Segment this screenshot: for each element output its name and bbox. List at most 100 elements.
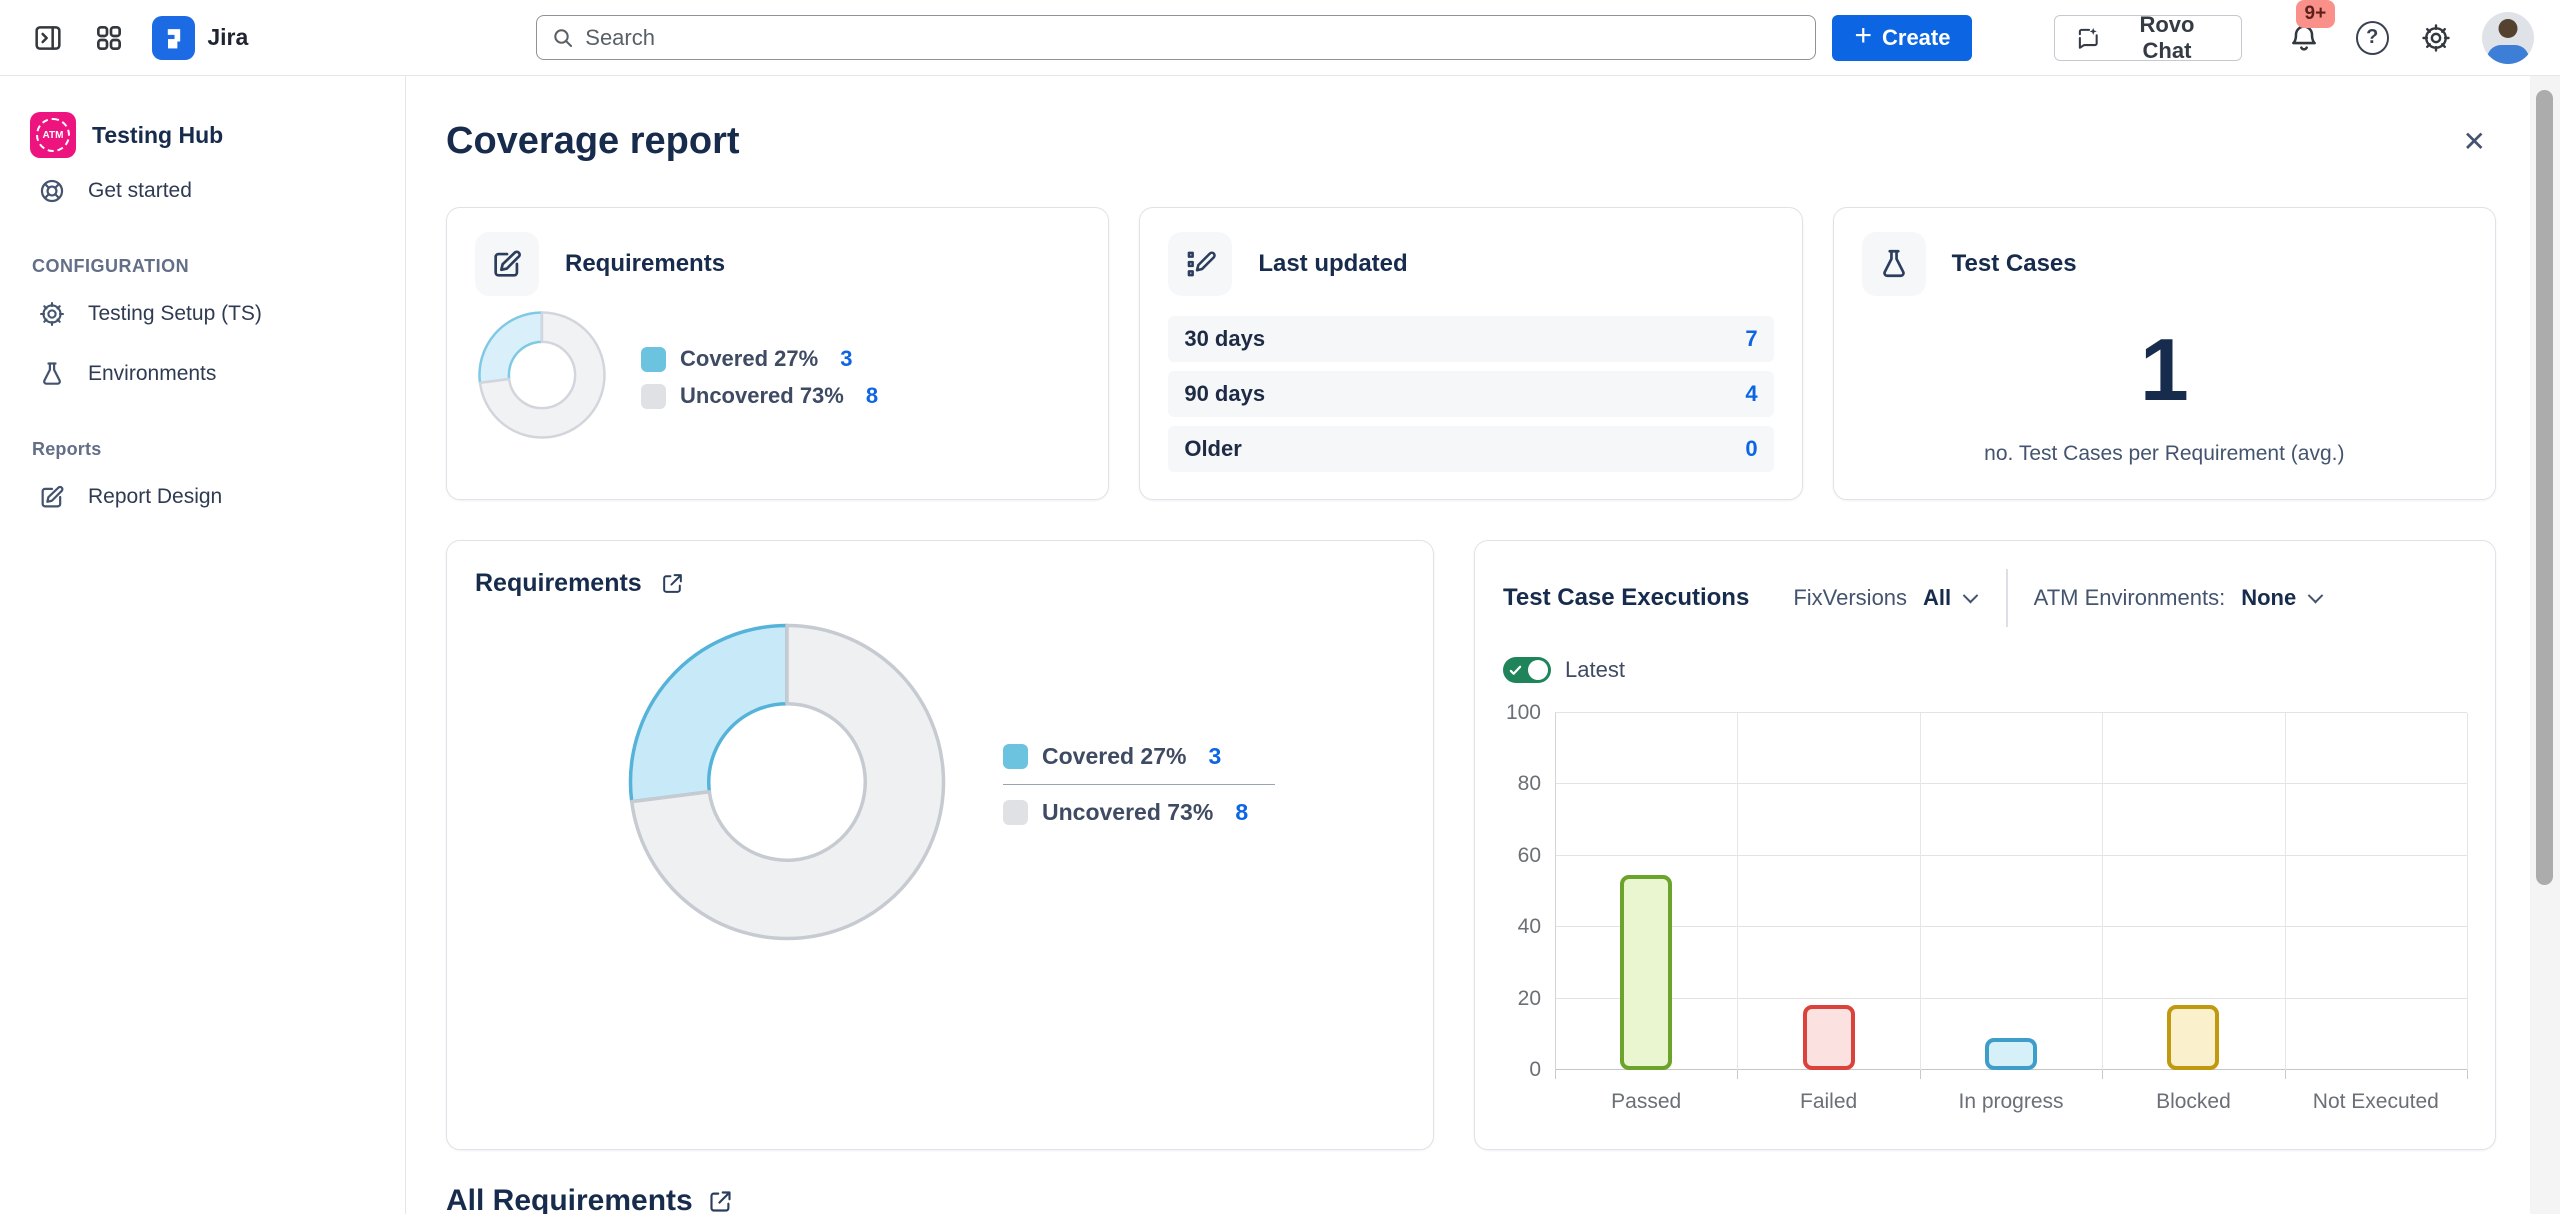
bar-failed[interactable]	[1803, 1005, 1855, 1070]
sidebar-item-testing-setup[interactable]: Testing Setup (TS)	[26, 287, 379, 341]
app-switcher-button[interactable]	[87, 16, 130, 60]
y-axis-tick: 20	[1518, 987, 1541, 1011]
flask-icon	[1862, 232, 1926, 296]
rovo-chat-button[interactable]: Rovo Chat	[2054, 15, 2241, 61]
sidebar-item-report-design[interactable]: Report Design	[26, 470, 379, 524]
x-axis-label: Not Executed	[2285, 1090, 2467, 1114]
test-cases-caption: no. Test Cases per Requirement (avg.)	[1862, 442, 2467, 466]
bar-blocked[interactable]	[2167, 1005, 2219, 1070]
chevron-down-icon[interactable]	[1963, 587, 1979, 603]
chevron-down-icon[interactable]	[2308, 587, 2324, 603]
uncovered-swatch	[1003, 800, 1028, 825]
create-button[interactable]: + Create	[1832, 15, 1972, 61]
sidebar-item-label: Testing Setup (TS)	[88, 302, 262, 326]
user-avatar[interactable]	[2482, 12, 2534, 64]
search-input[interactable]	[585, 25, 1801, 51]
last-updated-card: Last updated 30 days 7 90 days 4 Older 0	[1139, 207, 1802, 500]
covered-count-link[interactable]: 3	[840, 346, 852, 372]
all-requirements-heading[interactable]: All Requirements	[446, 1184, 2496, 1214]
sidebar-item-get-started[interactable]: Get started	[26, 164, 379, 218]
main-content: Coverage report ✕ Requirements	[406, 76, 2530, 1214]
donut-slice-covered	[631, 626, 788, 802]
latest-toggle[interactable]	[1503, 657, 1551, 683]
chat-sparkle-icon	[2075, 25, 2101, 51]
panel-title: Test Case Executions	[1503, 584, 1749, 612]
atm-environments-label: ATM Environments:	[2034, 585, 2226, 611]
plus-icon: +	[1854, 21, 1872, 51]
external-link-icon	[707, 1188, 734, 1214]
sidebar-item-label: Report Design	[88, 485, 222, 509]
card-title: Test Cases	[1952, 250, 2077, 278]
close-icon: ✕	[2463, 126, 2486, 157]
covered-swatch	[1003, 744, 1028, 769]
card-title: Requirements	[565, 250, 725, 278]
y-axis-tick: 80	[1518, 772, 1541, 796]
settings-button[interactable]	[2415, 16, 2458, 60]
x-axis-label: In progress	[1920, 1090, 2102, 1114]
brand-name: Jira	[207, 24, 248, 51]
top-navigation-bar: Jira + Create Rovo Chat 9+ ?	[0, 0, 2560, 76]
check-icon	[1509, 664, 1522, 677]
x-axis-label: Passed	[1555, 1090, 1737, 1114]
search-icon	[551, 26, 575, 50]
bar-passed[interactable]	[1620, 875, 1672, 1070]
latest-toggle-label: Latest	[1565, 657, 1625, 683]
create-button-label: Create	[1882, 25, 1950, 51]
card-title: Last updated	[1258, 250, 1407, 278]
notification-count-badge: 9+	[2296, 0, 2336, 28]
bar-in-progress[interactable]	[1985, 1038, 2037, 1070]
covered-count-link[interactable]: 3	[1208, 743, 1221, 770]
test-cases-card: Test Cases 1 no. Test Cases per Requirem…	[1833, 207, 2496, 500]
collapse-sidebar-button[interactable]	[26, 16, 69, 60]
sidebar-item-environments[interactable]: Environments	[26, 347, 379, 401]
requirements-summary-card: Requirements Covered 27% 3 Uncovered 73%	[446, 207, 1109, 500]
x-axis-label: Failed	[1737, 1090, 1919, 1114]
legend-item-uncovered: Uncovered 73% 8	[1003, 799, 1275, 826]
coverage-legend: Covered 27% 3 Uncovered 73% 8	[641, 335, 878, 420]
uncovered-swatch	[641, 384, 666, 409]
last-updated-row-30-days: 30 days 7	[1168, 316, 1773, 362]
test-case-executions-panel: Test Case Executions FixVersions All ATM…	[1474, 540, 2496, 1150]
requirements-panel: Requirements Covered 27% 3	[446, 540, 1434, 1150]
executions-bar-chart[interactable]: 020406080100PassedFailedIn progressBlock…	[1503, 713, 2467, 1114]
row-count-link[interactable]: 4	[1745, 381, 1757, 407]
sidebar-item-label: Environments	[88, 362, 216, 386]
atm-environments-dropdown[interactable]: None	[2241, 585, 2296, 611]
coverage-donut-chart-large[interactable]	[627, 622, 947, 947]
scrollbar-thumb[interactable]	[2536, 90, 2553, 885]
test-cases-avg-value: 1	[1862, 326, 2467, 414]
app-title: Testing Hub	[92, 122, 223, 149]
uncovered-count-link[interactable]: 8	[866, 383, 878, 409]
x-axis-label: Blocked	[2102, 1090, 2284, 1114]
uncovered-count-link[interactable]: 8	[1235, 799, 1248, 826]
edit-pencil-icon	[475, 232, 539, 296]
life-ring-icon	[38, 177, 66, 205]
atm-logo-icon: ATM	[36, 118, 70, 152]
external-link-icon[interactable]	[660, 571, 685, 596]
notifications-button[interactable]: 9+	[2282, 16, 2326, 60]
donut-slice-covered	[480, 313, 543, 383]
page-title: Coverage report	[446, 120, 740, 163]
list-edit-icon	[1168, 232, 1232, 296]
row-count-link[interactable]: 7	[1745, 326, 1757, 352]
help-button[interactable]: ?	[2356, 21, 2389, 55]
search-bar[interactable]	[536, 15, 1816, 60]
jira-logo-icon	[159, 23, 189, 53]
flask-icon	[38, 360, 66, 388]
testing-hub-logo: ATM	[30, 112, 76, 158]
close-report-button[interactable]: ✕	[2453, 122, 2496, 162]
sidebar-section-reports: Reports	[32, 439, 379, 460]
coverage-donut-chart-small[interactable]	[477, 310, 607, 445]
y-axis-tick: 0	[1529, 1058, 1541, 1082]
fixversions-dropdown[interactable]: All	[1923, 585, 1951, 611]
app-grid-icon	[93, 22, 125, 54]
rovo-chat-label: Rovo Chat	[2113, 12, 2220, 64]
covered-swatch	[641, 347, 666, 372]
sidebar: ATM Testing Hub Get started CONFIGURATIO…	[0, 76, 406, 1214]
sidebar-section-configuration: CONFIGURATION	[32, 256, 379, 277]
row-count-link[interactable]: 0	[1745, 436, 1757, 462]
jira-logo[interactable]	[152, 16, 195, 60]
filter-divider	[2006, 569, 2008, 627]
question-mark-icon: ?	[2366, 26, 2378, 49]
fixversions-label: FixVersions	[1793, 585, 1907, 611]
